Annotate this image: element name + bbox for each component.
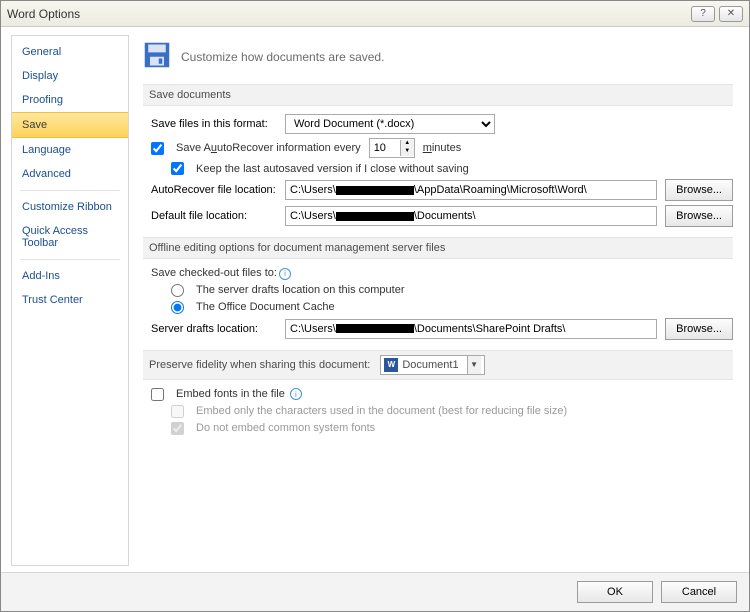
dialog-footer: OK Cancel (1, 572, 749, 611)
sidebar-item-language[interactable]: Language (12, 138, 128, 162)
autorecover-label: Save AuutoRecover information every (176, 142, 361, 154)
word-options-dialog: Word Options ? ✕ GeneralDisplayProofingS… (0, 0, 750, 612)
section-offline-editing: Offline editing options for document man… (143, 237, 733, 259)
label-no-common-fonts: Do not embed common system fonts (196, 422, 375, 434)
embed-fonts-checkbox[interactable] (151, 388, 164, 401)
help-button[interactable]: ? (691, 6, 715, 22)
save-format-select[interactable]: Word Document (*.docx) (285, 114, 495, 134)
main-panel: Customize how documents are saved. Save … (137, 35, 739, 566)
autorecover-checkbox[interactable] (151, 142, 164, 155)
keep-last-checkbox[interactable] (171, 162, 184, 175)
ok-button[interactable]: OK (577, 581, 653, 603)
sidebar-item-trust-center[interactable]: Trust Center (12, 288, 128, 312)
label-radio-server-drafts: The server drafts location on this compu… (196, 284, 404, 296)
label-embed-subset: Embed only the characters used in the do… (196, 405, 567, 417)
chevron-down-icon: ▼ (467, 356, 481, 374)
category-sidebar: GeneralDisplayProofingSaveLanguageAdvanc… (11, 35, 129, 566)
no-common-fonts-checkbox (171, 422, 184, 435)
sidebar-item-proofing[interactable]: Proofing (12, 88, 128, 112)
window-title: Word Options (7, 7, 687, 21)
sidebar-item-general[interactable]: General (12, 40, 128, 64)
row-default-location: Default file location: C:\Users\\Documen… (151, 205, 733, 227)
info-icon[interactable]: i (279, 268, 291, 280)
autorec-location-input[interactable]: C:\Users\\AppData\Roaming\Microsoft\Word… (285, 180, 657, 200)
info-icon[interactable]: i (290, 388, 302, 400)
default-location-input[interactable]: C:\Users\\Documents\ (285, 206, 657, 226)
embed-subset-checkbox (171, 405, 184, 418)
row-embed-subset: Embed only the characters used in the do… (171, 405, 733, 418)
dialog-body: GeneralDisplayProofingSaveLanguageAdvanc… (1, 27, 749, 572)
row-save-format: Save files in this format: Word Document… (151, 114, 733, 134)
label-autorec-location: AutoRecover file location: (151, 184, 277, 196)
fidelity-document-select[interactable]: W Document1 ▼ (380, 355, 484, 375)
spin-down[interactable]: ▼ (401, 148, 414, 156)
keep-last-label: Keep the last autosaved version if I clo… (196, 163, 469, 175)
row-embed-fonts: Embed fonts in the file i (151, 388, 733, 401)
row-autorecover: Save AuutoRecover information every ▲▼ m… (151, 138, 733, 158)
label-radio-office-cache: The Office Document Cache (196, 301, 335, 313)
row-server-drafts-location: Server drafts location: C:\Users\\Docume… (151, 318, 733, 340)
label-save-checked-out: Save checked-out files to:i (151, 267, 291, 280)
row-keep-last: Keep the last autosaved version if I clo… (171, 162, 733, 175)
label-default-location: Default file location: (151, 210, 277, 222)
spin-up[interactable]: ▲ (401, 140, 414, 148)
autorecover-minutes-spinner[interactable]: ▲▼ (369, 138, 415, 158)
label-embed-fonts: Embed fonts in the file i (176, 388, 302, 401)
sidebar-item-quick-access-toolbar[interactable]: Quick Access Toolbar (12, 219, 128, 255)
autorecover-minutes-input[interactable] (370, 140, 400, 156)
radio-office-cache[interactable] (171, 301, 184, 314)
row-radio-server-drafts: The server drafts location on this compu… (171, 284, 733, 297)
label-save-format: Save files in this format: (151, 118, 277, 130)
cancel-button[interactable]: Cancel (661, 581, 737, 603)
row-no-common-fonts: Do not embed common system fonts (171, 422, 733, 435)
radio-server-drafts[interactable] (171, 284, 184, 297)
sidebar-item-display[interactable]: Display (12, 64, 128, 88)
label-preserve-fidelity: Preserve fidelity when sharing this docu… (149, 359, 370, 371)
fidelity-document-name: Document1 (402, 359, 458, 371)
server-drafts-input[interactable]: C:\Users\\Documents\SharePoint Drafts\ (285, 319, 657, 339)
save-disk-icon (143, 41, 171, 72)
panel-header-text: Customize how documents are saved. (181, 50, 384, 64)
word-doc-icon: W (384, 358, 398, 372)
sidebar-item-add-ins[interactable]: Add-Ins (12, 264, 128, 288)
sidebar-item-advanced[interactable]: Advanced (12, 162, 128, 186)
titlebar: Word Options ? ✕ (1, 1, 749, 27)
panel-header: Customize how documents are saved. (143, 41, 733, 72)
section-preserve-fidelity: Preserve fidelity when sharing this docu… (143, 350, 733, 380)
minutes-label: minutes (423, 142, 462, 154)
browse-autorec-button[interactable]: Browse... (665, 179, 733, 201)
sidebar-item-customize-ribbon[interactable]: Customize Ribbon (12, 195, 128, 219)
label-server-drafts-location: Server drafts location: (151, 323, 277, 335)
row-save-checked-out: Save checked-out files to:i (151, 267, 733, 280)
browse-drafts-button[interactable]: Browse... (665, 318, 733, 340)
sidebar-item-save[interactable]: Save (12, 112, 128, 138)
close-button[interactable]: ✕ (719, 6, 743, 22)
row-autorec-location: AutoRecover file location: C:\Users\\App… (151, 179, 733, 201)
browse-default-button[interactable]: Browse... (665, 205, 733, 227)
row-radio-office-cache: The Office Document Cache (171, 301, 733, 314)
section-save-documents: Save documents (143, 84, 733, 106)
